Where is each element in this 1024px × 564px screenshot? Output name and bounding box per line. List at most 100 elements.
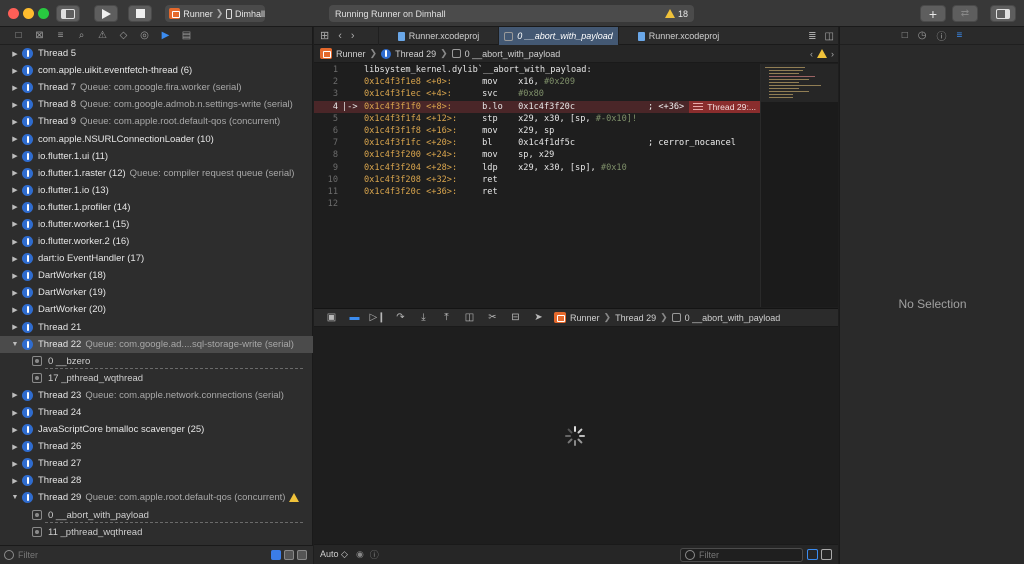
step-over-icon[interactable]: ↷: [389, 308, 412, 327]
jumpbar-item-frame[interactable]: 0 __abort_with_payload: [465, 49, 561, 59]
navigator-filter-input[interactable]: Filter: [18, 550, 38, 560]
show-variables-icon[interactable]: [807, 549, 818, 560]
thread-row[interactable]: ▶ io.flutter.1.ui (11): [0, 148, 313, 165]
code-line[interactable]: 9 0x1c4f3f204 <+28>: ldp x29, x30, [sp], #0…: [314, 162, 760, 174]
thread-row[interactable]: ▶ io.flutter.worker.1 (15): [0, 216, 313, 233]
project-navigator-icon[interactable]: □: [8, 27, 29, 45]
continue-icon[interactable]: ▷❙: [366, 308, 389, 327]
thread-row[interactable]: ▶ Thread 26: [0, 438, 313, 455]
toggle-inspector-button[interactable]: [990, 5, 1016, 22]
next-issue-icon[interactable]: ›: [831, 49, 834, 59]
thread-row[interactable]: ▶ Thread 27: [0, 455, 313, 472]
hide-debug-area-icon[interactable]: ▣: [320, 308, 343, 327]
warnings-badge[interactable]: 18: [664, 9, 688, 19]
scheme-selector[interactable]: Runner ❯ Dimhall: [165, 5, 265, 22]
thread-row[interactable]: ▶ Thread 7 Queue: com.google.fira.worker (…: [0, 79, 313, 96]
code-line[interactable]: 5 0x1c4f3f1f4 <+12>: stp x29, x30, [sp, #-0…: [314, 113, 760, 125]
variables-filter-input[interactable]: Filter: [680, 548, 803, 562]
step-into-icon[interactable]: ⤓: [412, 308, 435, 327]
disclosure-collapsed-icon[interactable]: ▶: [8, 50, 22, 58]
stop-button[interactable]: [128, 5, 152, 22]
warning-icon[interactable]: [817, 49, 827, 58]
issue-navigator-icon[interactable]: ⚠: [92, 27, 113, 45]
filter-crashed-threads-button[interactable]: [271, 550, 281, 560]
thread-row[interactable]: ▼ Thread 22 Queue: com.google.ad....sql-st…: [0, 335, 313, 353]
debug-crumb-app[interactable]: Runner: [570, 313, 600, 323]
view-hierarchy-icon[interactable]: ◫: [458, 308, 481, 327]
code-line[interactable]: 2 0x1c4f3f1e8 <+0>: mov x16, #0x209: [314, 76, 760, 88]
breakpoints-toggle-icon[interactable]: ▬: [343, 308, 366, 327]
thread-row[interactable]: ▶ Thread 8 Queue: com.google.admob.n.setti…: [0, 96, 313, 113]
disclosure-collapsed-icon[interactable]: ▶: [8, 101, 22, 109]
debug-crumb-thread[interactable]: Thread 29: [615, 313, 656, 323]
history-inspector-icon[interactable]: ◷: [918, 30, 927, 41]
editor-tab[interactable]: Runner.xcodeproj: [618, 27, 738, 45]
quick-help-icon[interactable]: ⓘ: [936, 28, 946, 43]
disclosure-collapsed-icon[interactable]: ▶: [8, 289, 22, 297]
disclosure-collapsed-icon[interactable]: ▶: [8, 203, 22, 211]
disclosure-collapsed-icon[interactable]: ▶: [8, 323, 22, 331]
disclosure-collapsed-icon[interactable]: ▶: [8, 169, 22, 177]
zoom-window-button[interactable]: [38, 8, 49, 19]
filter-frames-button[interactable]: [284, 550, 294, 560]
disclosure-collapsed-icon[interactable]: ▶: [8, 460, 22, 468]
minimap[interactable]: [760, 64, 838, 307]
thread-row[interactable]: ▶ io.flutter.1.io (13): [0, 182, 313, 199]
step-out-icon[interactable]: ⤒: [435, 308, 458, 327]
disassembly-code[interactable]: 1 libsystem_kernel.dylib`__abort_with_pay…: [314, 64, 760, 307]
attributes-inspector-icon[interactable]: ≡: [956, 30, 962, 41]
thread-row[interactable]: ▶ Thread 21: [0, 319, 313, 336]
show-console-icon[interactable]: [821, 549, 832, 560]
disclosure-collapsed-icon[interactable]: ▶: [8, 306, 22, 314]
thread-row[interactable]: ▶ com.apple.NSURLConnectionLoader (10): [0, 130, 313, 147]
thread-row[interactable]: ▶ io.flutter.1.profiler (14): [0, 199, 313, 216]
thread-row[interactable]: ▶ io.flutter.worker.2 (16): [0, 233, 313, 250]
disclosure-collapsed-icon[interactable]: ▶: [8, 443, 22, 451]
code-line[interactable]: 12: [314, 198, 760, 210]
filter-options-button[interactable]: [297, 550, 307, 560]
code-line[interactable]: 10 0x1c4f3f208 <+32>: ret: [314, 174, 760, 186]
editor-tab[interactable]: 0 __abort_with_payload: [498, 27, 618, 45]
back-arrow-icon[interactable]: ‹: [338, 30, 342, 42]
environment-overrides-icon[interactable]: ⊟: [504, 308, 527, 327]
disclosure-collapsed-icon[interactable]: ▶: [8, 272, 22, 280]
file-inspector-icon[interactable]: □: [902, 30, 908, 41]
split-editor-icon[interactable]: ◫: [825, 31, 834, 42]
disclosure-collapsed-icon[interactable]: ▶: [8, 186, 22, 194]
stack-frame-row[interactable]: 17 _pthread_wqthread: [0, 370, 313, 387]
thread-row[interactable]: ▶ Thread 23 Queue: com.apple.network.conne…: [0, 387, 313, 404]
variables-mode-select[interactable]: Auto ◇: [320, 549, 348, 560]
disclosure-collapsed-icon[interactable]: ▶: [8, 391, 22, 399]
code-line[interactable]: 3 0x1c4f3f1ec <+4>: svc #0x80: [314, 88, 760, 100]
code-line[interactable]: 4 |-> 0x1c4f3f1f0 <+8>: b.lo 0x1c4f3f20c ; <+…: [314, 100, 760, 113]
code-review-button[interactable]: ⇄: [952, 5, 978, 22]
disclosure-collapsed-icon[interactable]: ▶: [8, 118, 22, 126]
code-line[interactable]: 1 libsystem_kernel.dylib`__abort_with_pay…: [314, 64, 760, 76]
run-button[interactable]: [94, 5, 118, 22]
memory-graph-icon[interactable]: ✂: [481, 308, 504, 327]
editor-tab[interactable]: Runner.xcodeproj: [378, 27, 498, 45]
find-navigator-icon[interactable]: ⌕: [71, 27, 92, 45]
toggle-navigator-button[interactable]: [56, 5, 80, 22]
minimize-window-button[interactable]: [23, 8, 34, 19]
breakpoint-navigator-icon[interactable]: ▶: [155, 27, 176, 45]
disclosure-collapsed-icon[interactable]: ▶: [8, 135, 22, 143]
disclosure-collapsed-icon[interactable]: ▶: [8, 426, 22, 434]
disclosure-collapsed-icon[interactable]: ▶: [8, 409, 22, 417]
disclosure-collapsed-icon[interactable]: ▶: [8, 238, 22, 246]
disclosure-expanded-icon[interactable]: ▼: [8, 341, 22, 348]
close-window-button[interactable]: [8, 8, 19, 19]
stack-frame-row[interactable]: 0 __abort_with_payload: [0, 507, 313, 524]
test-navigator-icon[interactable]: ◇: [113, 27, 134, 45]
thread-row[interactable]: ▶ JavaScriptCore bmalloc scavenger (25): [0, 421, 313, 438]
simulate-location-icon[interactable]: ➤: [527, 308, 550, 327]
thread-row[interactable]: ▶ DartWorker (20): [0, 301, 313, 318]
source-control-icon[interactable]: ⊠: [29, 27, 50, 45]
disclosure-expanded-icon[interactable]: ▼: [8, 494, 22, 501]
thread-row[interactable]: ▶ Thread 24: [0, 404, 313, 421]
disclosure-collapsed-icon[interactable]: ▶: [8, 152, 22, 160]
thread-row[interactable]: ▼ Thread 29 Queue: com.apple.root.default-…: [0, 489, 313, 506]
thread-row[interactable]: ▶ dart:io EventHandler (17): [0, 250, 313, 267]
thread-row[interactable]: ▶ Thread 9 Queue: com.apple.root.default-q…: [0, 113, 313, 130]
disclosure-collapsed-icon[interactable]: ▶: [8, 220, 22, 228]
